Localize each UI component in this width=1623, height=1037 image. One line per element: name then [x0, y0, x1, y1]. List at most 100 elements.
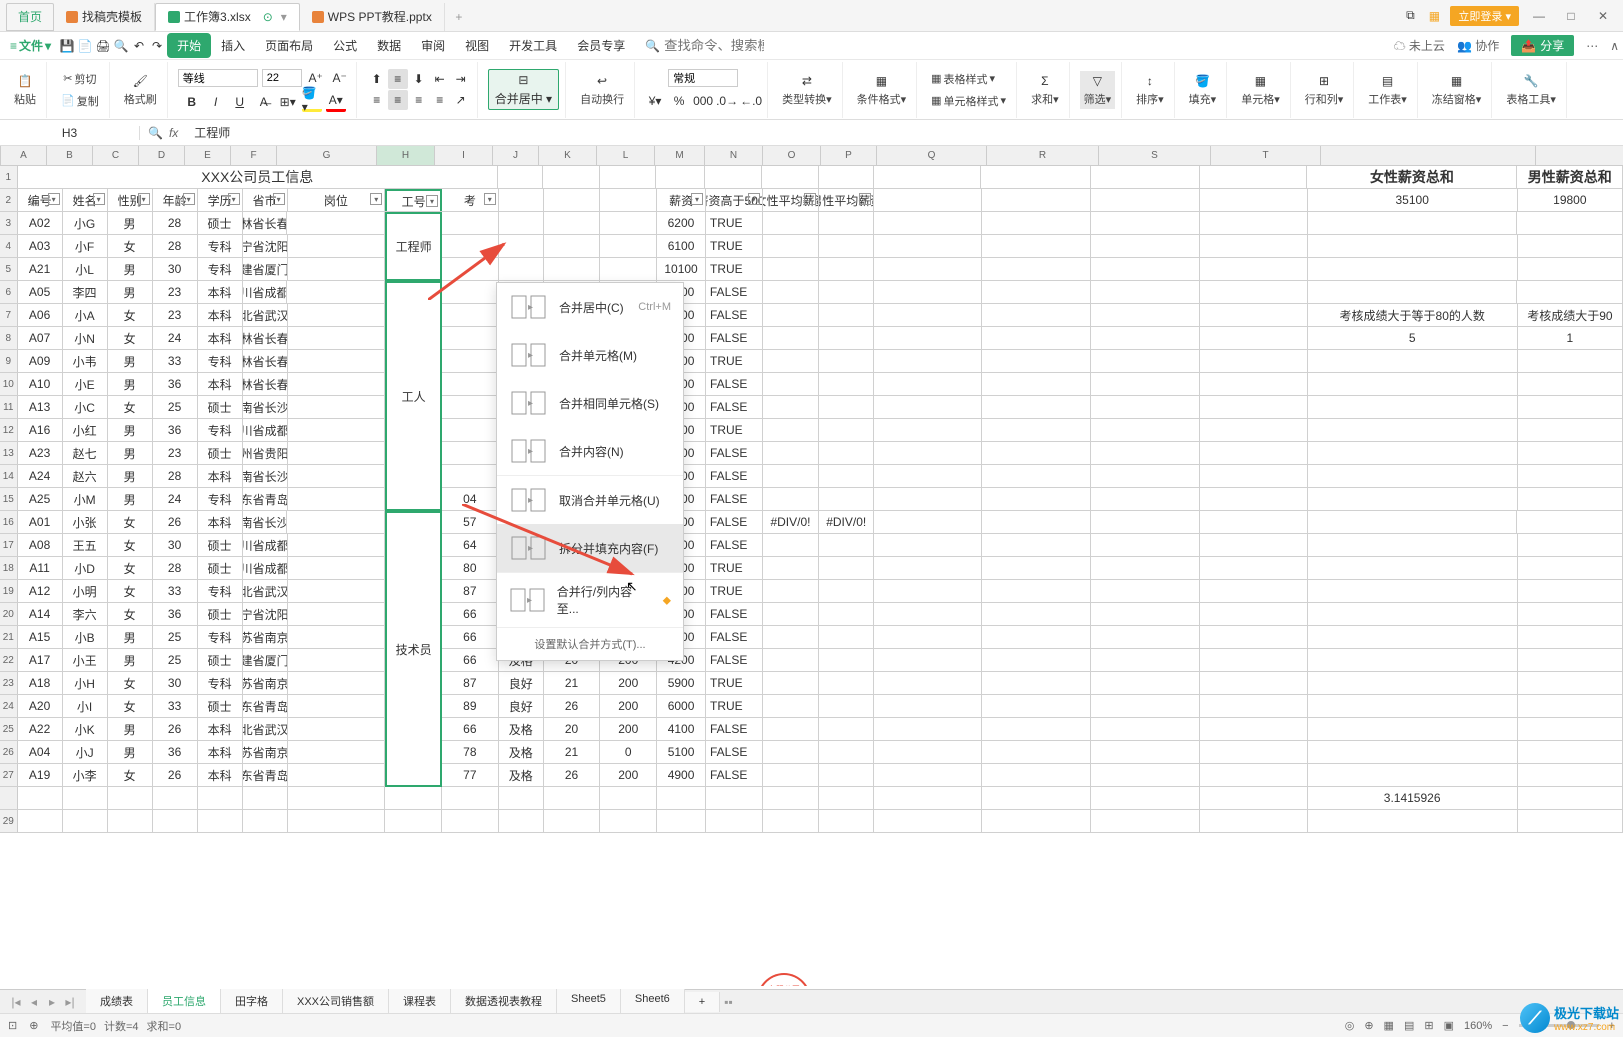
cell[interactable]: [544, 235, 601, 257]
merged-cell[interactable]: 技术员: [385, 511, 442, 787]
cell[interactable]: [982, 695, 1091, 717]
cell[interactable]: 0: [600, 741, 657, 763]
cell[interactable]: 四川省成都市: [243, 534, 288, 556]
cell[interactable]: [982, 511, 1091, 533]
cell[interactable]: [874, 235, 981, 257]
cell[interactable]: [1308, 419, 1518, 441]
cell[interactable]: [763, 626, 820, 648]
cell[interactable]: [819, 649, 874, 671]
cell[interactable]: TRUE: [706, 695, 763, 717]
cell[interactable]: [874, 327, 981, 349]
cell[interactable]: FALSE: [706, 764, 763, 786]
cell[interactable]: [1091, 442, 1200, 464]
cell[interactable]: 山东省青岛市: [243, 695, 288, 717]
col-header-1[interactable]: B: [47, 146, 93, 165]
cell[interactable]: 李四: [63, 281, 108, 303]
cell[interactable]: FALSE: [706, 511, 763, 533]
cell[interactable]: A18: [18, 672, 63, 694]
cell[interactable]: [982, 810, 1091, 832]
cell[interactable]: 赵六: [63, 465, 108, 487]
cell[interactable]: 本科: [198, 373, 243, 395]
filter-dropdown-icon[interactable]: ▾: [138, 193, 150, 205]
cell[interactable]: [763, 557, 820, 579]
merged-cell[interactable]: 工人: [385, 281, 442, 511]
preview-icon[interactable]: 🔍: [113, 38, 129, 54]
menu-tab-页面布局[interactable]: 页面布局: [255, 33, 323, 58]
cell[interactable]: A21: [18, 258, 63, 280]
col-header-3[interactable]: D: [139, 146, 185, 165]
cell[interactable]: [600, 189, 657, 211]
cell[interactable]: [1200, 580, 1307, 602]
cell[interactable]: [1091, 235, 1200, 257]
cell[interactable]: [287, 212, 385, 234]
cell[interactable]: [874, 396, 981, 418]
cell[interactable]: FALSE: [706, 626, 763, 648]
cell[interactable]: [763, 281, 820, 303]
menu-tab-审阅[interactable]: 审阅: [411, 33, 455, 58]
cell[interactable]: [288, 695, 386, 717]
cell[interactable]: 硕士: [198, 649, 243, 671]
cell[interactable]: [1200, 810, 1307, 832]
cell[interactable]: A02: [18, 212, 63, 234]
cell[interactable]: [600, 258, 657, 280]
col-header-14[interactable]: O: [763, 146, 821, 165]
cell[interactable]: [1091, 557, 1200, 579]
cell[interactable]: [1200, 350, 1307, 372]
cell[interactable]: [544, 787, 601, 809]
row-header[interactable]: 10: [0, 373, 18, 395]
col-header-4[interactable]: E: [185, 146, 231, 165]
cell[interactable]: 江苏省南京市: [243, 626, 288, 648]
cell[interactable]: [763, 258, 820, 280]
cell[interactable]: FALSE: [706, 603, 763, 625]
cell[interactable]: [63, 810, 108, 832]
cell[interactable]: [763, 603, 820, 625]
cell[interactable]: 良好: [499, 672, 544, 694]
cell[interactable]: 23: [153, 281, 198, 303]
cell[interactable]: 男: [108, 281, 153, 303]
cell[interactable]: 77: [442, 764, 499, 786]
merge-option-4[interactable]: ▸ 取消合并单元格(U): [497, 476, 683, 524]
cell[interactable]: [442, 212, 499, 234]
row-header[interactable]: 11: [0, 396, 18, 418]
cell[interactable]: TRUE: [706, 350, 763, 372]
cell[interactable]: 本科: [198, 764, 243, 786]
cell[interactable]: 湖北省武汉市: [243, 304, 288, 326]
cell[interactable]: 25: [153, 626, 198, 648]
filter-dropdown-icon[interactable]: ▾: [426, 195, 438, 207]
cell[interactable]: [1308, 235, 1518, 257]
merge-center-button[interactable]: ⊟合并居中 ▾: [488, 69, 559, 110]
cell[interactable]: [763, 396, 820, 418]
cell[interactable]: [819, 741, 874, 763]
cell[interactable]: 王五: [63, 534, 108, 556]
cell[interactable]: [1091, 787, 1200, 809]
cell[interactable]: [982, 557, 1091, 579]
cell[interactable]: [1518, 672, 1623, 694]
cell[interactable]: 硕士: [198, 534, 243, 556]
formula-input[interactable]: 工程师: [186, 124, 1623, 141]
cell[interactable]: [288, 718, 386, 740]
cell[interactable]: 女: [108, 580, 153, 602]
row-header[interactable]: 17: [0, 534, 18, 556]
cell[interactable]: [1308, 212, 1518, 234]
header-cell[interactable]: 省市▾: [243, 189, 288, 211]
col-header-8[interactable]: I: [435, 146, 493, 165]
inc-decimal[interactable]: .0→: [717, 91, 737, 111]
cell[interactable]: [819, 557, 874, 579]
cell[interactable]: [1200, 534, 1307, 556]
cell[interactable]: 200: [600, 672, 657, 694]
cell[interactable]: 良好: [499, 695, 544, 717]
cell[interactable]: [498, 166, 543, 188]
cell[interactable]: 吉林省长春市: [243, 212, 288, 234]
menu-tab-数据[interactable]: 数据: [367, 33, 411, 58]
cell[interactable]: [442, 327, 499, 349]
cell[interactable]: [982, 189, 1091, 211]
align-left[interactable]: ≡: [367, 90, 387, 110]
cell[interactable]: 200: [600, 695, 657, 717]
cell[interactable]: [1200, 695, 1307, 717]
cell[interactable]: 5900: [657, 672, 706, 694]
cell[interactable]: [1308, 281, 1518, 303]
align-justify[interactable]: ≡: [430, 90, 450, 110]
align-bot[interactable]: ⬇: [409, 69, 429, 89]
cell[interactable]: A19: [18, 764, 63, 786]
cell[interactable]: 女: [108, 695, 153, 717]
